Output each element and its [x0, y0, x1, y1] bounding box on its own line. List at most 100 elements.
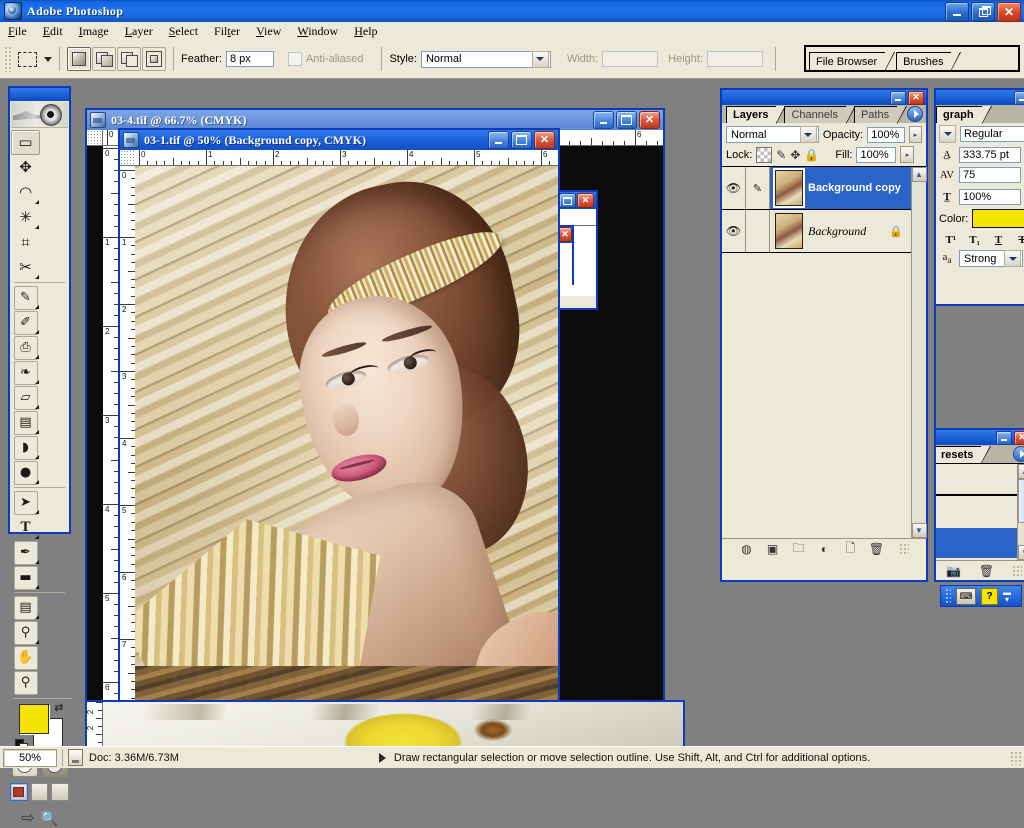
- layer-link-toggle[interactable]: [746, 210, 770, 252]
- floating-toolbar[interactable]: ⌨ ? ▬▾: [940, 585, 1022, 607]
- doc-03-1-ruler-vertical[interactable]: 012345678: [120, 166, 136, 700]
- menu-filter[interactable]: Filter: [206, 23, 248, 40]
- tab-layers[interactable]: Layers: [726, 106, 777, 123]
- blend-mode-chevron-down-icon[interactable]: [800, 126, 817, 143]
- presets-palette-titlebar[interactable]: ✕: [936, 430, 1024, 445]
- menu-layer[interactable]: Layer: [117, 23, 161, 40]
- doc-03-4-titlebar[interactable]: 03-4.tif @ 66.7% (CMYK) ✕: [87, 110, 663, 130]
- clone-stamp-icon[interactable]: ⎙: [11, 335, 40, 360]
- lemon-doc-ruler-vertical[interactable]: 2 2: [87, 702, 103, 746]
- expand-collapse-icon[interactable]: ▬▾: [1003, 589, 1011, 603]
- notes-tool-icon[interactable]: ▤: [11, 595, 40, 620]
- style-select[interactable]: Normal: [421, 51, 551, 68]
- palette-well-tab-brushes[interactable]: Brushes: [896, 52, 952, 70]
- app-close-button[interactable]: ✕: [997, 2, 1021, 22]
- lock-image-pixels-icon[interactable]: ✎: [776, 148, 786, 162]
- presets-palette-close-button[interactable]: ✕: [1014, 431, 1024, 445]
- path-selection-icon[interactable]: ➤: [11, 490, 40, 515]
- layers-palette-close-button[interactable]: ✕: [908, 91, 924, 105]
- doc-03-1-minimize-button[interactable]: [488, 131, 509, 149]
- font-family-chevron-down-icon[interactable]: [939, 125, 956, 143]
- scroll-up-icon[interactable]: ▲: [1018, 464, 1024, 479]
- new-layer-icon[interactable]: 🗋: [843, 542, 858, 557]
- layer-mask-icon[interactable]: ▣: [765, 542, 780, 557]
- feather-input[interactable]: 8 px: [226, 51, 274, 67]
- menu-edit[interactable]: Edit: [35, 23, 71, 40]
- layer-thumbnail[interactable]: [775, 213, 803, 249]
- subscript-icon[interactable]: T₁: [968, 234, 982, 246]
- doc-03-4-ruler-vertical[interactable]: 0123456: [103, 146, 119, 716]
- doc-03-1-titlebar[interactable]: 03-1.tif @ 50% (Background copy, CMYK) ✕: [120, 130, 558, 150]
- app-minimize-button[interactable]: [945, 2, 969, 22]
- underline-icon[interactable]: T: [992, 234, 1006, 246]
- new-snapshot-icon[interactable]: 📷: [946, 564, 961, 579]
- fill-slider-chevron-icon[interactable]: ▸: [900, 146, 914, 163]
- hidden-doc-close-button[interactable]: ✕: [577, 193, 594, 208]
- superscript-icon[interactable]: T¹: [944, 234, 958, 246]
- antialias-chevron-down-icon[interactable]: [1004, 250, 1021, 267]
- tab-paths[interactable]: Paths: [854, 106, 898, 123]
- standard-screen-mode-button[interactable]: [10, 783, 28, 801]
- table-row[interactable]: 👁 ✎ Background copy: [722, 167, 911, 210]
- scroll-up-icon[interactable]: ▲: [912, 167, 927, 182]
- new-adjustment-layer-icon[interactable]: ◐: [817, 542, 832, 557]
- full-screen-menubar-button[interactable]: [31, 783, 49, 801]
- doc-window-back-lemon[interactable]: 2 2: [85, 700, 685, 748]
- text-color-swatch[interactable]: [972, 209, 1024, 228]
- opacity-slider-chevron-icon[interactable]: ▸: [909, 126, 922, 143]
- layer-link-toggle[interactable]: ✎: [746, 167, 770, 209]
- height-input[interactable]: [707, 51, 763, 67]
- statusbar-resize-grip[interactable]: [1010, 751, 1022, 765]
- vertical-scale-input[interactable]: 100%: [959, 189, 1021, 205]
- menu-file[interactable]: File: [0, 23, 35, 40]
- paintbrush-icon[interactable]: ✐: [11, 310, 40, 335]
- doc-03-4-maximize-button[interactable]: [616, 111, 637, 129]
- layer-style-icon[interactable]: ◍: [739, 542, 754, 557]
- menu-image[interactable]: Image: [71, 23, 117, 40]
- doc-03-4-minimize-button[interactable]: [593, 111, 614, 129]
- presets-list[interactable]: [936, 464, 1017, 560]
- blend-mode-select[interactable]: Normal: [726, 126, 819, 143]
- rectangle-shape-icon[interactable]: ▬: [11, 565, 40, 590]
- hidden-doc-maximize-button[interactable]: [559, 193, 576, 208]
- options-bar-grip[interactable]: [4, 46, 11, 72]
- new-group-icon[interactable]: 🗀: [791, 542, 806, 557]
- scroll-down-icon[interactable]: ▼: [912, 523, 927, 538]
- lock-position-icon[interactable]: ✥: [790, 148, 800, 162]
- strikethrough-icon[interactable]: T: [1015, 234, 1024, 246]
- dodge-tool-icon[interactable]: ●: [11, 460, 40, 485]
- zoom-tool-icon[interactable]: ⚲: [11, 670, 40, 695]
- palette-well-tab-file-browser[interactable]: File Browser: [809, 52, 886, 70]
- antialias-select[interactable]: Strong: [959, 250, 1023, 267]
- zoom-level-input[interactable]: 50%: [3, 749, 57, 767]
- tab-channels[interactable]: Channels: [784, 106, 846, 123]
- doc-03-1-maximize-button[interactable]: [511, 131, 532, 149]
- anti-aliased-checkbox[interactable]: [288, 52, 302, 66]
- eraser-tool-icon[interactable]: ▱: [11, 385, 40, 410]
- lemon-doc-canvas[interactable]: [103, 702, 683, 746]
- menu-help[interactable]: Help: [346, 23, 385, 40]
- layer-visibility-toggle[interactable]: 👁: [722, 210, 746, 252]
- presets-palette-minimize-button[interactable]: [996, 431, 1012, 445]
- fill-input[interactable]: 100%: [856, 147, 896, 163]
- lasso-tool-icon[interactable]: ◠: [11, 180, 40, 205]
- tool-preset-chevron-down-icon[interactable]: [44, 57, 52, 62]
- palette-menu-icon[interactable]: [907, 106, 923, 122]
- delete-icon[interactable]: 🗑: [979, 564, 994, 579]
- menu-select[interactable]: Select: [161, 23, 206, 40]
- leading-input[interactable]: 333.75 pt: [959, 147, 1021, 163]
- swap-colors-icon[interactable]: ⇄: [54, 701, 63, 714]
- doc-03-1-close-button[interactable]: ✕: [534, 131, 555, 149]
- lock-transparent-pixels-icon[interactable]: [756, 147, 772, 163]
- history-brush-icon[interactable]: ❧: [11, 360, 40, 385]
- table-row[interactable]: 👁 Background 🔒: [722, 210, 911, 253]
- tracking-input[interactable]: 75: [959, 167, 1021, 183]
- hidden-doc-2-close-button[interactable]: ✕: [558, 227, 572, 242]
- help-icon[interactable]: ?: [981, 588, 998, 605]
- presets-scrollbar[interactable]: ▲ ▼: [1017, 464, 1024, 560]
- full-screen-mode-button[interactable]: [51, 783, 69, 801]
- foreground-color-swatch[interactable]: [19, 704, 49, 734]
- layer-name[interactable]: Background copy: [808, 182, 901, 194]
- menu-window[interactable]: Window: [289, 23, 346, 40]
- pen-tool-icon[interactable]: ✒: [11, 540, 40, 565]
